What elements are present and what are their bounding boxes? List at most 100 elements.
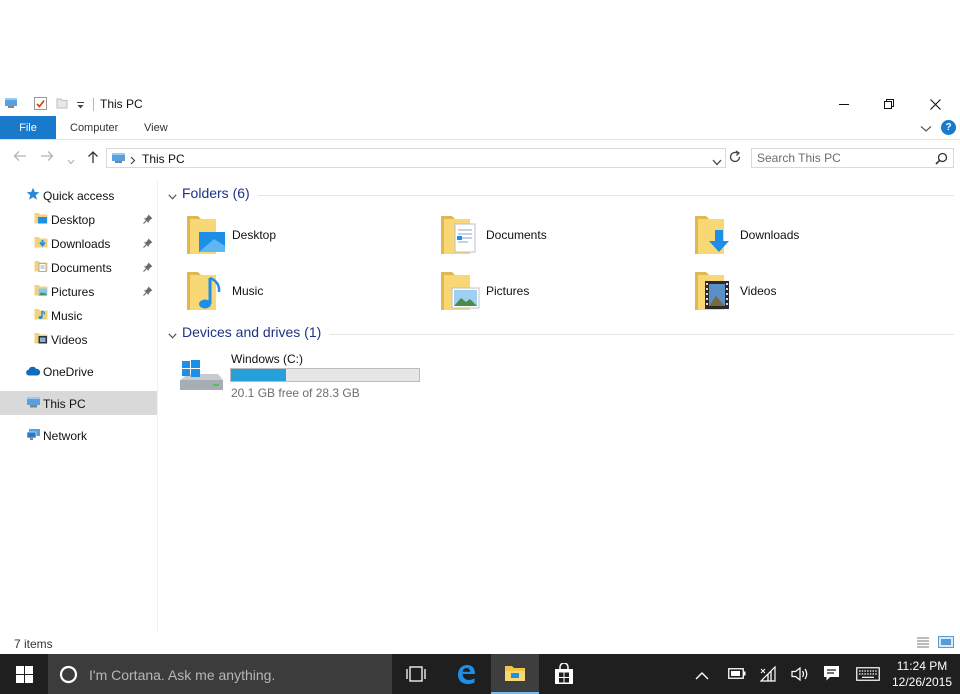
expand-ribbon-icon[interactable] <box>920 122 932 136</box>
system-clock[interactable]: 11:24 PM 12/26/2015 <box>888 658 956 690</box>
sidebar-item-quick-access[interactable]: Quick access <box>0 183 157 207</box>
sidebar-item-music[interactable]: Music <box>0 303 157 327</box>
sidebar-item-label: Quick access <box>43 189 115 203</box>
status-bar: 7 items <box>0 632 960 654</box>
store-icon <box>555 663 573 684</box>
this-pc-icon <box>111 152 126 168</box>
help-button[interactable]: ? <box>941 120 956 135</box>
folder-videos[interactable]: Videos <box>694 268 934 316</box>
sidebar-item-documents[interactable]: Documents <box>0 255 157 279</box>
up-arrow-icon[interactable] <box>87 150 99 167</box>
documents-icon <box>34 260 48 275</box>
hard-drive-icon <box>178 360 224 399</box>
videos-folder-icon <box>694 268 734 315</box>
sidebar-item-network[interactable]: Network <box>0 423 157 447</box>
desktop-folder-icon <box>186 212 226 259</box>
taskbar: I'm Cortana. Ask me anything. 11:24 PM 1… <box>0 654 960 694</box>
sidebar-item-desktop[interactable]: Desktop <box>0 207 157 231</box>
properties-icon[interactable] <box>34 97 47 113</box>
folder-documents[interactable]: Documents <box>440 212 680 260</box>
sidebar-item-downloads[interactable]: Downloads <box>0 231 157 255</box>
drive-free-space: 20.1 GB free of 28.3 GB <box>231 386 360 400</box>
title-separator <box>93 98 94 111</box>
task-view-button[interactable] <box>392 654 440 694</box>
tab-file[interactable]: File <box>0 116 56 139</box>
drive-name: Windows (C:) <box>231 352 304 366</box>
pin-icon[interactable] <box>143 261 153 275</box>
downloads-icon <box>34 236 48 251</box>
folder-pictures[interactable]: Pictures <box>440 268 680 316</box>
sidebar-item-onedrive[interactable]: OneDrive <box>0 359 157 383</box>
sidebar-item-label: Documents <box>51 261 112 275</box>
group-divider <box>258 195 954 196</box>
search-icon[interactable] <box>935 152 948 168</box>
show-hidden-icons-icon[interactable] <box>695 669 709 683</box>
store-button[interactable] <box>540 654 588 694</box>
folder-downloads[interactable]: Downloads <box>694 212 934 260</box>
navigation-pane: Quick access Desktop Downloads Documents <box>0 180 158 632</box>
chevron-down-icon[interactable] <box>168 328 177 342</box>
devices-group-header[interactable]: Devices and drives (1) <box>168 324 954 344</box>
forward-arrow-icon[interactable] <box>40 150 54 165</box>
clock-date: 12/26/2015 <box>891 675 953 689</box>
file-explorer-button[interactable] <box>491 654 539 694</box>
customize-toolbar-icon[interactable] <box>76 99 85 113</box>
ribbon-tabs: File Computer View ? <box>0 116 960 140</box>
large-icons-view-icon[interactable] <box>938 636 954 651</box>
folder-name: Desktop <box>232 228 277 242</box>
touch-keyboard-icon[interactable] <box>856 667 880 684</box>
back-arrow-icon[interactable] <box>13 150 27 165</box>
network-icon <box>26 428 41 444</box>
address-history-icon[interactable] <box>712 155 722 169</box>
close-button[interactable] <box>912 92 958 116</box>
details-view-icon[interactable] <box>916 636 930 651</box>
refresh-icon[interactable] <box>728 150 742 167</box>
breadcrumb[interactable]: This PC <box>142 152 185 166</box>
sidebar-item-videos[interactable]: Videos <box>0 327 157 351</box>
volume-icon[interactable] <box>791 666 809 684</box>
folder-name: Documents <box>486 228 547 242</box>
recent-locations-icon[interactable] <box>67 154 75 168</box>
pin-icon[interactable] <box>143 285 153 299</box>
search-box[interactable] <box>751 148 954 168</box>
action-center-icon[interactable] <box>823 665 840 685</box>
restore-icon <box>884 99 894 109</box>
cortana-search-box[interactable]: I'm Cortana. Ask me anything. <box>48 654 392 694</box>
title-bar: This PC <box>0 92 960 116</box>
sidebar-item-label: Videos <box>51 333 88 347</box>
restore-button[interactable] <box>866 92 912 116</box>
folders-group-header[interactable]: Folders (6) <box>168 185 954 205</box>
pin-icon[interactable] <box>143 237 153 251</box>
drive-usage-fill <box>231 369 286 381</box>
edge-icon <box>458 665 475 684</box>
drive-windows-c[interactable]: Windows (C:) 20.1 GB free of 28.3 GB <box>178 350 428 402</box>
pin-icon[interactable] <box>143 213 153 227</box>
edge-button[interactable] <box>442 654 490 694</box>
downloads-folder-icon <box>694 212 734 259</box>
chevron-down-icon[interactable] <box>168 189 177 203</box>
sidebar-item-this-pc[interactable]: This PC <box>0 391 157 415</box>
sidebar-item-label: Desktop <box>51 213 96 227</box>
folder-desktop[interactable]: Desktop <box>186 212 426 260</box>
wifi-icon[interactable] <box>759 665 776 685</box>
sidebar-item-pictures[interactable]: Pictures <box>0 279 157 303</box>
new-folder-icon[interactable] <box>56 97 68 112</box>
breadcrumb-chevron-icon[interactable] <box>130 154 136 168</box>
folder-music[interactable]: Music <box>186 268 426 316</box>
battery-icon[interactable] <box>728 668 746 682</box>
sidebar-item-label: Network <box>43 429 88 443</box>
tab-view[interactable]: View <box>144 122 168 134</box>
folder-name: Music <box>232 284 264 298</box>
group-label: Folders (6) <box>182 185 250 201</box>
this-pc-icon[interactable] <box>4 97 18 112</box>
start-button[interactable] <box>0 654 48 694</box>
item-count: 7 items <box>14 637 53 651</box>
documents-folder-icon <box>440 212 480 259</box>
minimize-button[interactable] <box>821 92 867 116</box>
search-input[interactable] <box>757 151 927 165</box>
address-bar[interactable]: This PC <box>106 148 726 168</box>
tab-computer[interactable]: Computer <box>70 122 118 134</box>
folder-name: Pictures <box>486 284 530 298</box>
minimize-icon <box>839 104 849 105</box>
cortana-placeholder: I'm Cortana. Ask me anything. <box>89 667 276 683</box>
